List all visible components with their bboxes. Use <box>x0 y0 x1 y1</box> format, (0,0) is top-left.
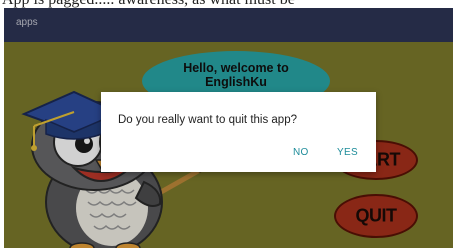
no-button[interactable]: NO <box>293 147 309 158</box>
dialog-message: Do you really want to quit this app? <box>118 114 297 126</box>
yes-button[interactable]: YES <box>337 147 358 158</box>
app-screen: apps Hello, welcome to EnglishKu ART QUI… <box>4 8 453 248</box>
top-text-fragment: App is pagged..... awareness, as what mu… <box>2 0 295 8</box>
top-text-strip: App is pagged..... awareness, as what mu… <box>0 0 457 8</box>
quit-confirm-dialog: Do you really want to quit this app? NO … <box>101 92 376 172</box>
